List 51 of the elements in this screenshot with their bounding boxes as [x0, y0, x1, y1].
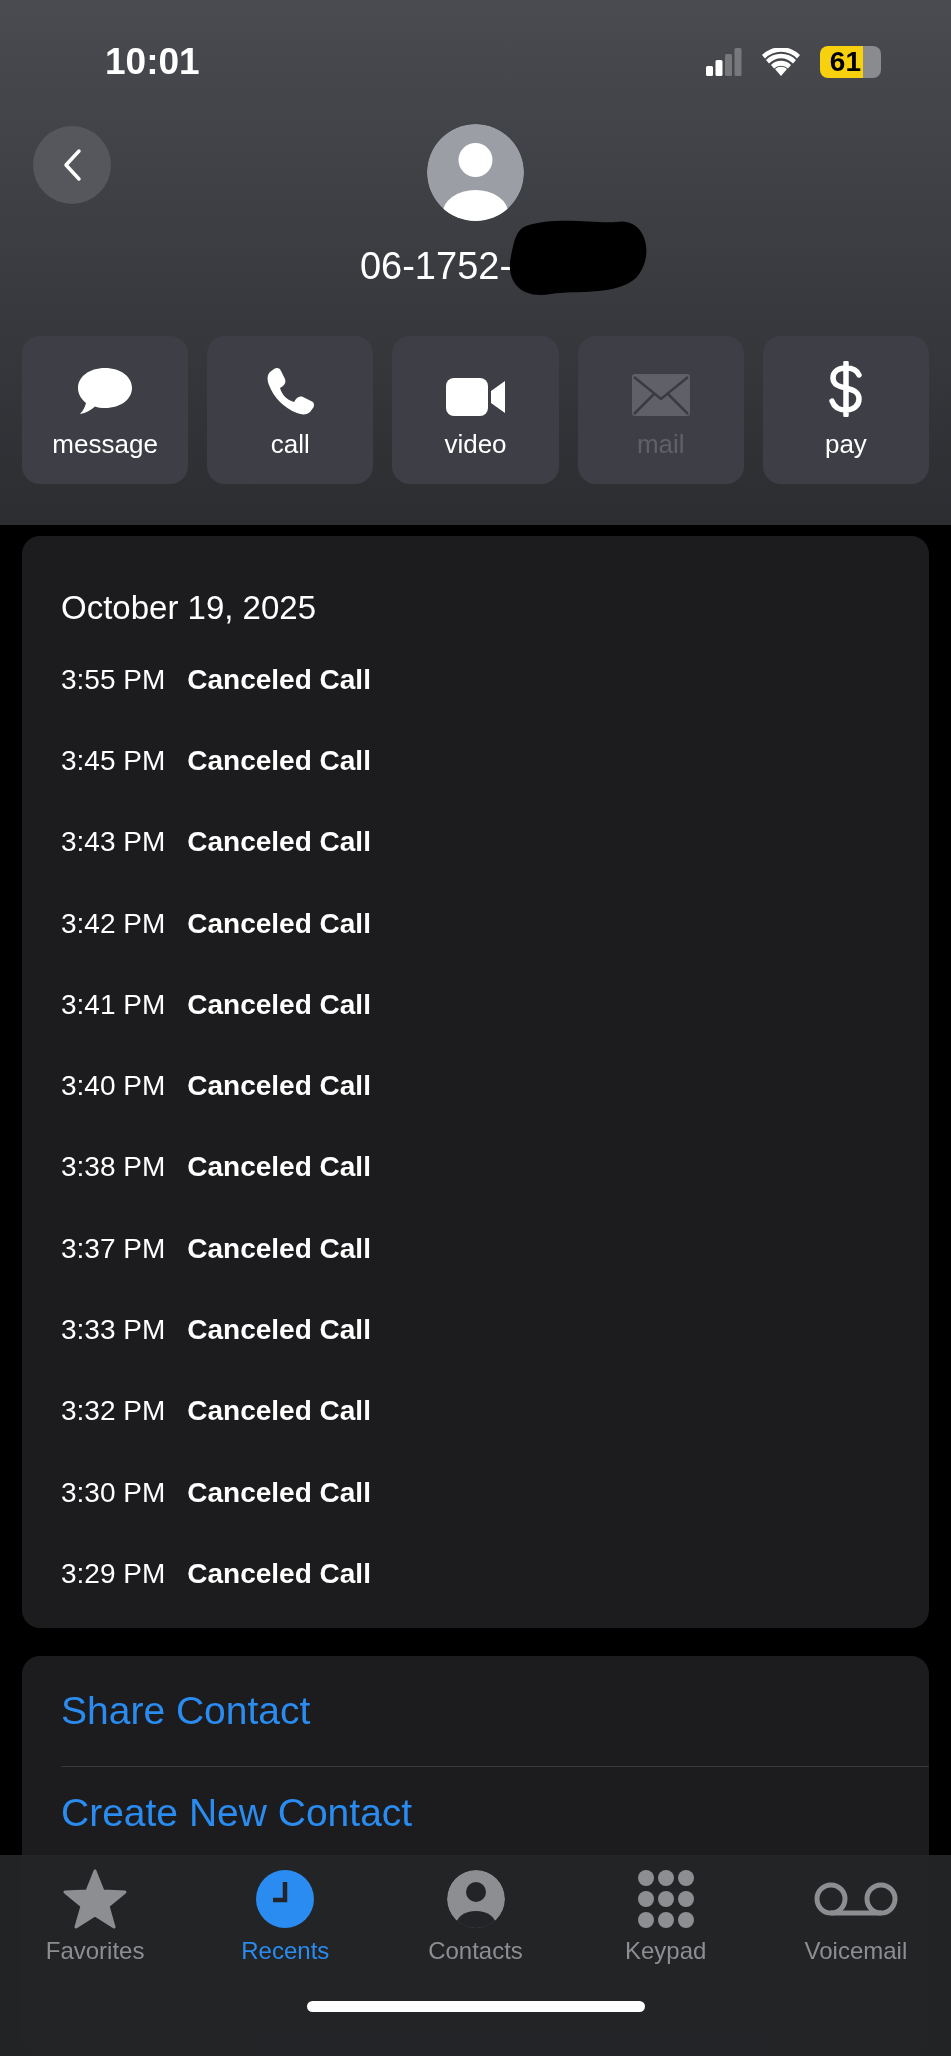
- speech-bubble-icon: [76, 365, 135, 417]
- tab-item[interactable]: Favorites: [0, 1869, 191, 1965]
- call-time: 3:40 PM: [61, 1070, 166, 1103]
- status-time: 10:01: [105, 41, 200, 83]
- call-type: Canceled Call: [187, 1314, 371, 1346]
- contact-action-link[interactable]: Share Contact: [61, 1655, 929, 1766]
- call-button[interactable]: call: [207, 336, 374, 484]
- keypad-icon: [635, 1869, 696, 1929]
- call-time: 3:45 PM: [61, 744, 166, 777]
- call-time: 3:41 PM: [61, 988, 166, 1021]
- wifi-icon: [761, 48, 800, 76]
- tab-item[interactable]: Keypad: [570, 1869, 761, 1965]
- call-type: Canceled Call: [187, 744, 371, 777]
- tab-item[interactable]: Contacts: [380, 1869, 571, 1965]
- call-time: 3:38 PM: [61, 1151, 166, 1184]
- phone-number: 06-1752-: [359, 244, 513, 288]
- message-button[interactable]: message: [22, 336, 189, 484]
- call-type: Canceled Call: [187, 1151, 371, 1184]
- video-camera-icon: [444, 377, 507, 417]
- call-date: October 19, 2025: [61, 588, 317, 628]
- call-type: Canceled Call: [187, 1557, 371, 1590]
- call-time: 3:43 PM: [61, 826, 166, 859]
- call-time: 3:30 PM: [61, 1476, 166, 1509]
- star-icon: [63, 1869, 128, 1929]
- call-time: 3:33 PM: [61, 1314, 166, 1346]
- dollar-icon: [828, 361, 863, 417]
- tab-item[interactable]: Recents: [190, 1869, 381, 1965]
- call-type: Canceled Call: [187, 1395, 371, 1428]
- call-type: Canceled Call: [187, 907, 371, 940]
- tab-item[interactable]: Voicemail: [760, 1869, 951, 1965]
- call-time: 3:55 PM: [61, 663, 166, 696]
- call-time: 3:32 PM: [61, 1395, 166, 1428]
- avatar-icon: [427, 124, 524, 221]
- signal-icon: [705, 48, 742, 76]
- call-time: 3:42 PM: [61, 907, 166, 940]
- contact-action-link[interactable]: Create New Contact: [61, 1766, 413, 1847]
- call-type: Canceled Call: [187, 1476, 371, 1509]
- pay-button[interactable]: pay: [762, 336, 929, 484]
- envelope-icon: [630, 373, 691, 417]
- call-type: Canceled Call: [187, 1070, 371, 1103]
- call-type: Canceled Call: [187, 1232, 371, 1265]
- clock-icon: [255, 1869, 316, 1929]
- video-button[interactable]: video: [392, 336, 559, 484]
- person-icon: [445, 1869, 506, 1929]
- battery-level: 61: [819, 46, 863, 78]
- call-time: 3:37 PM: [61, 1232, 166, 1265]
- call-type: Canceled Call: [187, 826, 371, 859]
- call-type: Canceled Call: [187, 663, 371, 696]
- call-time: 3:29 PM: [61, 1557, 166, 1590]
- back-chevron-icon: [62, 148, 82, 182]
- call-type: Canceled Call: [187, 988, 371, 1021]
